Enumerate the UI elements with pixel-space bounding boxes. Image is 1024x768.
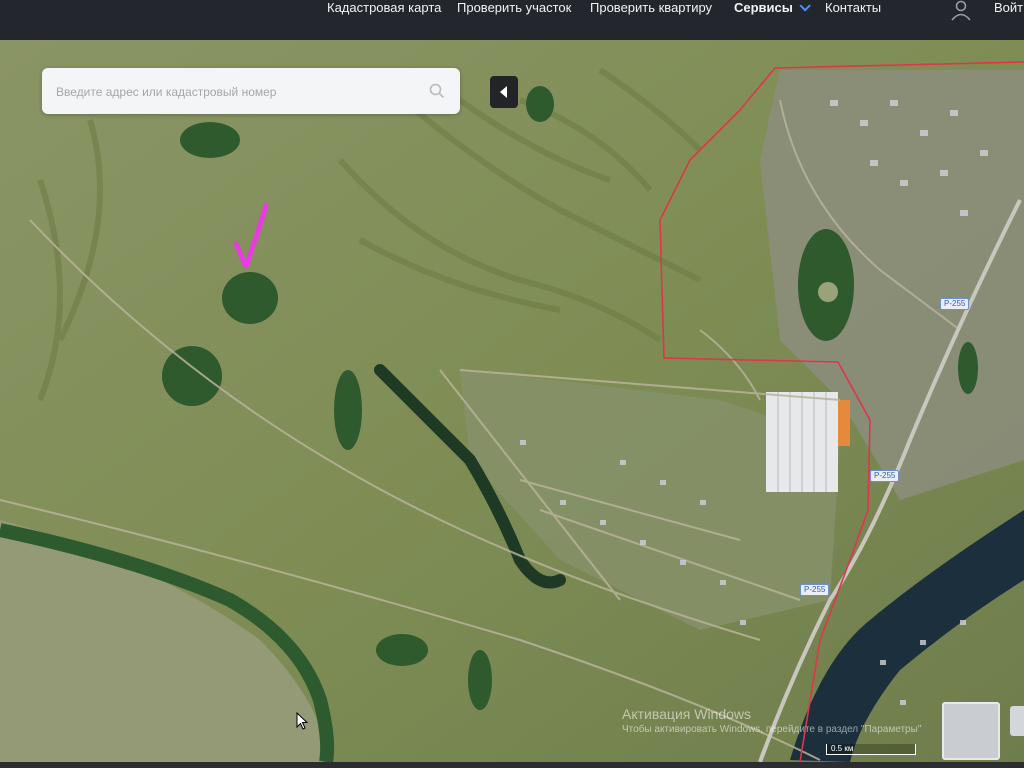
windows-activation-watermark: Активация Windows Чтобы активировать Win… — [622, 706, 921, 735]
nav-item-services[interactable]: Сервисы — [734, 0, 811, 18]
map-terrain — [0, 40, 1024, 762]
search-box — [42, 68, 460, 114]
mouse-cursor-icon — [296, 711, 309, 735]
nav-item-check-apartment[interactable]: Проверить квартиру — [590, 0, 712, 18]
login-link[interactable]: Войт — [994, 0, 1023, 15]
chevron-down-icon — [799, 0, 811, 12]
user-icon[interactable] — [948, 0, 974, 22]
nav-item-services-label: Сервисы — [734, 0, 793, 15]
nav-item-cadastral-map[interactable]: Кадастровая карта — [327, 0, 441, 18]
screen-bottom-bezel — [0, 762, 1024, 768]
search-icon[interactable] — [428, 82, 446, 100]
chevron-left-icon — [500, 86, 507, 98]
road-label: Р-255 — [800, 584, 830, 596]
watermark-title: Активация Windows — [622, 706, 752, 722]
collapse-panel-button[interactable] — [490, 76, 518, 108]
nav-item-contacts[interactable]: Контакты — [825, 0, 881, 18]
layer-switcher-thumbnail[interactable] — [942, 702, 1000, 760]
road-label: Р-255 — [870, 470, 900, 482]
top-navigation-bar: Кадастровая карта Проверить участок Пров… — [0, 0, 1024, 40]
satellite-map[interactable]: Р-255 Р-255 Р-255 — [0, 40, 1024, 762]
layer-switcher-secondary[interactable] — [1010, 706, 1024, 736]
map-scale-bar: 0.5 км — [826, 744, 916, 755]
watermark-subtitle: Чтобы активировать Windows, перейдите в … — [622, 724, 922, 735]
nav-item-check-plot[interactable]: Проверить участок — [457, 0, 571, 18]
road-label: Р-255 — [940, 298, 970, 310]
search-input[interactable] — [54, 81, 418, 103]
